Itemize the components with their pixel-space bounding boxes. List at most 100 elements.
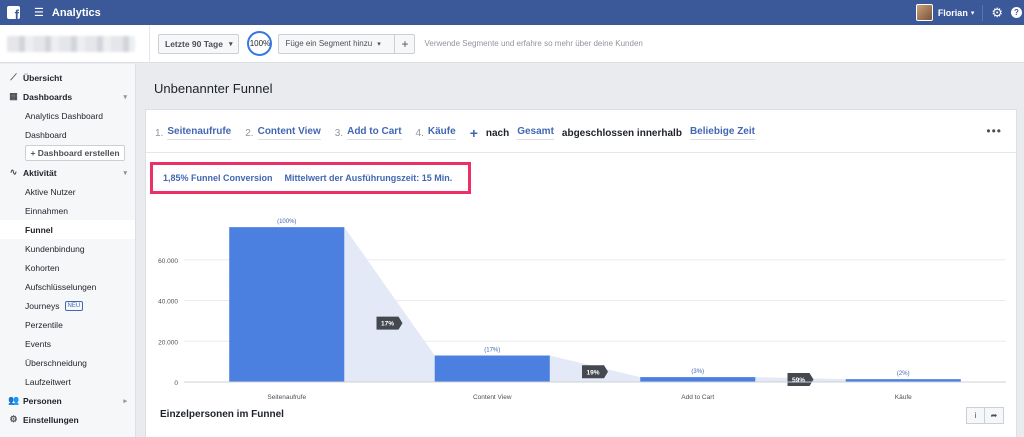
chevron-right-icon[interactable]: ▸	[123, 397, 127, 405]
grid-icon: ▦	[9, 91, 18, 101]
sidebar-section-activity[interactable]: ∿ Aktivität ▾	[0, 163, 135, 182]
main-content: Unbenannter Funnel 1. Seitenaufrufe 2. C…	[137, 64, 1024, 437]
add-step-plus-icon[interactable]: +	[470, 125, 478, 141]
sidebar-item-label: Einstellungen	[23, 414, 79, 425]
step-number: 2.	[245, 127, 254, 139]
sidebar-section-people[interactable]: 👥 Personen ▸	[0, 391, 135, 410]
segment-hint-text: Verwende Segmente und erfahre so mehr üb…	[424, 39, 643, 48]
segment-toolbar: Letzte 90 Tage ▾ 100% Füge ein Segment h…	[0, 24, 1024, 63]
sidebar-item-label: Aktivität	[23, 167, 57, 178]
line-chart-icon: ⟋	[10, 72, 17, 82]
date-range-dropdown[interactable]: Letzte 90 Tage ▾	[158, 33, 240, 54]
y-tick-label: 60.000	[158, 258, 178, 265]
sidebar-section-settings[interactable]: ⚙ Einstellungen	[0, 410, 135, 429]
sidebar-item-cohorts[interactable]: Kohorten	[0, 258, 135, 277]
step-number: 1.	[155, 127, 164, 139]
sidebar-item-label: Dashboards	[23, 91, 73, 102]
user-menu-chevron-down-icon[interactable]: ▾	[971, 9, 975, 17]
completed-within-label: abgeschlossen innerhalb	[561, 127, 682, 139]
add-segment-dropdown[interactable]: Füge ein Segment hinzu ▾	[278, 33, 396, 54]
funnel-card: 1. Seitenaufrufe 2. Content View 3. Add …	[145, 109, 1017, 437]
gear-icon[interactable]: ⚙	[991, 5, 1003, 21]
sidebar-item-events[interactable]: Events	[0, 334, 135, 353]
x-category-label: Content View	[473, 394, 512, 401]
step-label[interactable]: Add to Cart	[347, 126, 402, 140]
bar-percent-label: (3%)	[691, 369, 704, 375]
funnel-step-3[interactable]: 3. Add to Cart	[335, 126, 402, 140]
sidebar-item-overview[interactable]: ⟋ Übersicht	[0, 68, 135, 87]
funnel-flow-band	[344, 227, 435, 382]
step-number: 3.	[334, 127, 344, 139]
more-options-icon[interactable]: •••	[986, 124, 1002, 138]
bar-percent-label: (17%)	[484, 348, 500, 354]
date-range-label: Letzte 90 Tage	[165, 38, 223, 49]
sidebar-item-analytics-dashboard[interactable]: Analytics Dashboard	[0, 106, 135, 125]
chevron-down-icon[interactable]: ▾	[123, 169, 127, 177]
app-selector-blurred[interactable]	[7, 35, 135, 52]
sidebar-item-dashboard[interactable]: Dashboard	[0, 125, 135, 144]
sidebar-item-journeys[interactable]: Journeys NEU	[0, 296, 135, 315]
scope-dropdown[interactable]: Gesamt	[517, 126, 554, 140]
y-tick-label: 0	[174, 380, 178, 387]
new-badge: NEU	[64, 300, 84, 311]
funnel-bar	[229, 227, 345, 382]
x-category-label: Käufe	[895, 394, 912, 401]
people-in-funnel-title: Einzelpersonen im Funnel	[160, 409, 284, 420]
page-title[interactable]: Unbenannter Funnel	[154, 81, 273, 96]
funnel-step-1[interactable]: 1. Seitenaufrufe	[155, 126, 232, 140]
sidebar-item-retention[interactable]: Kundenbindung	[0, 239, 135, 258]
user-name[interactable]: Florian	[938, 8, 968, 18]
funnel-step-2[interactable]: 2. Content View	[245, 126, 321, 140]
funnel-step-4[interactable]: 4. Käufe	[416, 126, 456, 140]
chevron-down-icon[interactable]: ▾	[123, 93, 127, 101]
people-toolbar: i ➦	[966, 407, 1004, 424]
sidebar-item-overlap[interactable]: Überschneidung	[0, 353, 135, 372]
people-icon: 👥	[8, 395, 20, 405]
help-icon[interactable]: ?	[1011, 7, 1022, 18]
step-conversion-label: 19%	[586, 369, 599, 376]
step-conversion-label: 17%	[381, 321, 394, 328]
create-dashboard-button[interactable]: + Dashboard erstellen	[25, 145, 125, 161]
info-icon[interactable]: i	[966, 407, 985, 424]
topbar-divider	[982, 4, 984, 21]
step-label[interactable]: Seitenaufrufe	[167, 126, 232, 140]
x-category-label: Seitenaufrufe	[267, 394, 306, 401]
segment-percentage: 100%	[249, 39, 271, 48]
funnel-steps-bar: 1. Seitenaufrufe 2. Content View 3. Add …	[155, 125, 763, 141]
y-tick-label: 20.000	[158, 339, 178, 346]
sidebar-section-dashboards[interactable]: ▦ Dashboards ▾	[0, 87, 135, 106]
share-icon[interactable]: ➦	[985, 407, 1004, 424]
funnel-summary-highlight: 1,85% Funnel Conversion Mittelwert der A…	[150, 162, 471, 194]
average-completion-time: Mittelwert der Ausführungszeit: 15 Min.	[284, 173, 453, 183]
segment-percentage-badge: 100%	[247, 31, 273, 56]
facebook-logo-icon[interactable]: f	[7, 6, 20, 21]
add-segment-button[interactable]: +	[395, 33, 416, 54]
gear-icon: ⚙	[9, 414, 18, 424]
app-title: Analytics	[51, 6, 101, 19]
add-segment-placeholder: Füge ein Segment hinzu	[285, 39, 373, 48]
funnel-bar	[434, 355, 550, 382]
chevron-down-icon: ▾	[228, 40, 233, 48]
sidebar-item-breakdowns[interactable]: Aufschlüsselungen	[0, 277, 135, 296]
step-label[interactable]: Käufe	[427, 126, 456, 140]
sidebar-item-percentiles[interactable]: Perzentile	[0, 315, 135, 334]
timeframe-dropdown[interactable]: Beliebige Zeit	[689, 126, 755, 140]
bar-percent-label: (100%)	[277, 219, 296, 225]
toolbar-divider	[149, 24, 150, 63]
step-label[interactable]: Content View	[257, 126, 321, 140]
hamburger-menu-icon[interactable]: ☰	[34, 6, 44, 19]
avatar[interactable]	[915, 4, 933, 21]
sidebar-item-active-users[interactable]: Aktive Nutzer	[0, 182, 135, 201]
sidebar-item-label: Journeys	[25, 300, 60, 311]
sidebar-item-funnel[interactable]: Funnel	[0, 220, 135, 239]
step-conversion-label: 59%	[792, 377, 805, 384]
y-tick-label: 40.000	[158, 299, 178, 306]
sidebar: ⟋ Übersicht ▦ Dashboards ▾ Analytics Das…	[0, 64, 136, 437]
sidebar-item-revenue[interactable]: Einnahmen	[0, 201, 135, 220]
card-divider	[146, 152, 1016, 153]
step-number: 4.	[415, 127, 424, 139]
x-category-label: Add to Cart	[681, 394, 714, 401]
funnel-bar	[640, 377, 756, 382]
sidebar-item-lifetime-value[interactable]: Laufzeitwert	[0, 372, 135, 391]
activity-pulse-icon: ∿	[9, 167, 18, 177]
